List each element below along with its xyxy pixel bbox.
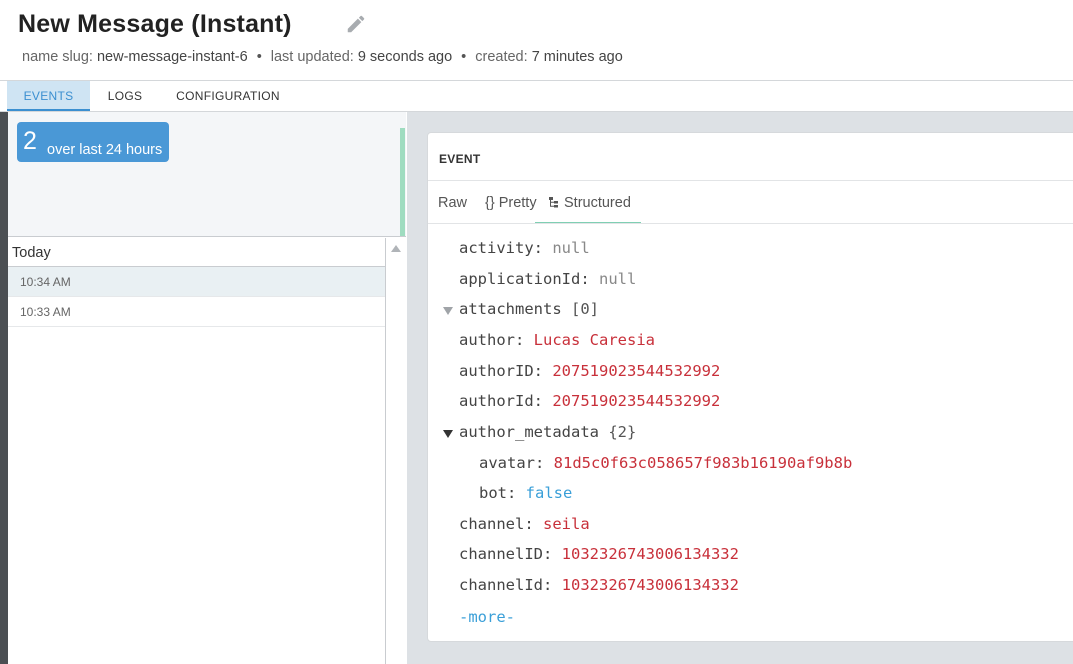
tab-logs[interactable]: LOGS (98, 81, 152, 111)
created-value: 7 minutes ago (531, 49, 623, 65)
field-attachments[interactable]: attachments [0] (459, 300, 599, 318)
view-tab-raw[interactable]: Raw (438, 195, 467, 211)
pencil-icon[interactable] (345, 13, 367, 35)
field-author: author: Lucas Caresia (459, 331, 655, 349)
field-channelID: channelID: 1032326743006134332 (459, 545, 739, 563)
field-applicationId: applicationId: null (459, 270, 636, 288)
field-key: channelId: (459, 576, 553, 594)
workflow-meta: name slug: new-message-instant-6 • last up… (22, 49, 623, 65)
field-channelId: channelId: 1032326743006134332 (459, 576, 739, 594)
view-tab-structured-label: Structured (564, 195, 631, 211)
field-value: false (525, 484, 573, 502)
main-tabs: EVENTS LOGS CONFIGURATION (0, 80, 1073, 112)
event-card-title: EVENT (439, 152, 481, 166)
page-title: New Message (Instant) (18, 10, 292, 38)
field-author-metadata[interactable]: author_metadata {2} (459, 423, 636, 441)
field-key: author_metadata (459, 423, 599, 441)
created-label: created: (475, 49, 528, 65)
card-divider (428, 180, 1073, 181)
field-value: 207519023544532992 (552, 392, 721, 410)
meta-separator: • (461, 49, 467, 65)
field-channel: channel: seila (459, 515, 590, 533)
field-value: Lucas Caresia (533, 331, 655, 349)
field-authorID: authorID: 207519023544532992 (459, 362, 720, 380)
events-list-panel: 2 over last 24 hours Today 10:34 AM 10:3… (8, 112, 406, 664)
tab-configuration[interactable]: CONFIGURATION (172, 81, 284, 111)
tree-icon (549, 197, 558, 208)
more-link[interactable]: -more- (459, 608, 515, 626)
triangle-down-icon[interactable] (442, 429, 454, 439)
page-header: New Message (Instant) name slug: new-mes… (0, 0, 1073, 81)
name-slug-label: name slug: (22, 49, 93, 65)
app-sidebar-strip (0, 112, 8, 664)
field-value: 1032326743006134332 (561, 545, 739, 563)
field-key: bot: (479, 484, 517, 502)
field-meta: {2} (608, 423, 637, 441)
card-divider (428, 223, 1073, 224)
event-group-header: Today (8, 238, 385, 267)
field-key: authorID: (459, 362, 543, 380)
event-card: EVENT Raw {} Pretty Structured activity:… (427, 132, 1073, 642)
event-detail-area: EVENT Raw {} Pretty Structured activity:… (407, 112, 1073, 664)
field-key: channel: (459, 515, 534, 533)
event-stats: 2 over last 24 hours (8, 112, 406, 237)
field-value: 81d5c0f63c058657f983b16190af9b8b (553, 454, 853, 472)
field-key: authorId: (459, 392, 543, 410)
view-tab-pretty[interactable]: {} Pretty (485, 195, 537, 211)
list-divider (385, 238, 386, 664)
field-meta: [0] (571, 300, 599, 318)
triangle-down-icon[interactable] (442, 306, 454, 316)
field-key: activity: (459, 239, 543, 257)
field-bot: bot: false (479, 484, 572, 502)
field-key: author: (459, 331, 525, 349)
triangle-up-icon[interactable] (390, 243, 402, 253)
last-updated-label: last updated: (270, 49, 354, 65)
field-authorId: authorId: 207519023544532992 (459, 392, 720, 410)
meta-separator: • (256, 49, 262, 65)
field-value: null (552, 239, 590, 257)
last-updated-value: 9 seconds ago (357, 49, 453, 65)
field-value: seila (543, 515, 590, 533)
field-activity: activity: null (459, 239, 590, 257)
field-value: null (599, 270, 637, 288)
activity-bar (400, 128, 405, 236)
event-count-period: over last 24 hours (47, 142, 163, 158)
field-key: attachments (459, 300, 562, 318)
event-list-item[interactable]: 10:34 AM (8, 267, 385, 297)
view-tab-structured[interactable]: Structured (535, 195, 641, 224)
name-slug-value: new-message-instant-6 (96, 49, 248, 65)
event-count: 2 (23, 127, 37, 155)
field-avatar: avatar: 81d5c0f63c058657f983b16190af9b8b (479, 454, 852, 472)
tab-events[interactable]: EVENTS (7, 81, 90, 111)
field-key: avatar: (479, 454, 545, 472)
field-key: channelID: (459, 545, 553, 563)
field-key: applicationId: (459, 270, 590, 288)
event-list-item[interactable]: 10:33 AM (8, 297, 385, 327)
field-value: 207519023544532992 (552, 362, 721, 380)
event-count-badge: 2 over last 24 hours (17, 122, 169, 162)
field-value: 1032326743006134332 (561, 576, 739, 594)
